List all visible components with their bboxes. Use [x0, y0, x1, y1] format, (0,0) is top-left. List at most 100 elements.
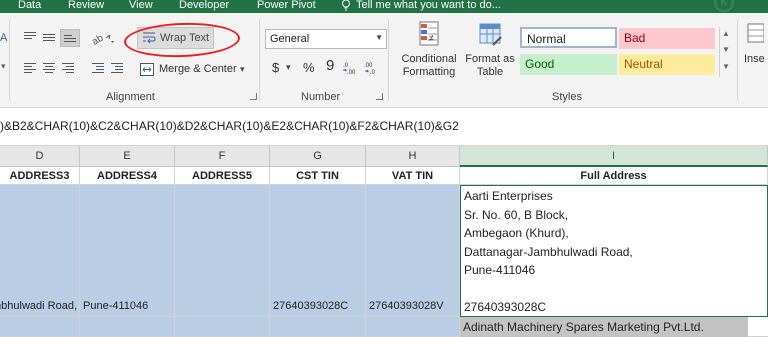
format-as-table-label-1: Format as: [465, 53, 515, 65]
formula-bar[interactable]: )&B2&CHAR(10)&C2&CHAR(10)&D2&CHAR(10)&E2…: [0, 108, 768, 146]
comma-style-button[interactable]: 9: [326, 57, 334, 74]
percent-button[interactable]: %: [303, 60, 315, 75]
cell-address3-row3[interactable]: [0, 317, 80, 337]
increase-decimal-icon[interactable]: .0 .00: [343, 61, 359, 74]
chevron-down-icon: ▾: [240, 64, 245, 74]
group-separator: [737, 19, 738, 101]
header-cell-cst-tin[interactable]: CST TIN: [270, 167, 366, 185]
cell-cst-tin[interactable]: 27640393028C: [270, 185, 366, 317]
chevron-down-icon[interactable]: ▾: [286, 62, 291, 73]
tell-me-search[interactable]: Tell me what you want to do...: [356, 0, 501, 11]
insert-label: Inse: [744, 53, 765, 65]
tab-data[interactable]: Data: [18, 0, 41, 11]
cell-blank[interactable]: [748, 317, 768, 337]
conditional-formatting-icon: ≠: [419, 21, 439, 46]
brand-logo: K: [714, 0, 734, 12]
format-as-table-button[interactable]: Format as Table: [463, 21, 517, 85]
font-color-icon[interactable]: A: [0, 32, 7, 44]
header-cell-vat-tin[interactable]: VAT TIN: [366, 167, 460, 185]
full-address-line: Pune-411046: [464, 263, 536, 277]
insert-cells-icon: [747, 23, 765, 43]
column-header-i[interactable]: I: [460, 146, 768, 167]
number-format-dropdown[interactable]: General ▼: [265, 29, 387, 49]
cell-vat-tin[interactable]: 27640393028V: [366, 185, 460, 317]
tab-review[interactable]: Review: [68, 0, 104, 11]
svg-text:ab: ab: [92, 32, 106, 46]
tab-view[interactable]: View: [129, 0, 153, 11]
column-header-h[interactable]: H: [366, 146, 460, 167]
full-address-line: Ambegaon (Khurd),: [464, 226, 569, 240]
cell-address4[interactable]: Pune-411046: [80, 185, 175, 317]
ribbon: A ▾ ab Wrap Text Merge & Center ▾ Alignm…: [0, 13, 768, 108]
merge-center-button[interactable]: Merge & Center ▾: [140, 62, 250, 80]
svg-text:.00: .00: [364, 63, 373, 69]
middle-align-icon[interactable]: [43, 34, 55, 43]
full-address-line: 27640393028C: [464, 300, 547, 314]
currency-button[interactable]: $: [272, 60, 279, 75]
cell-address5-row3[interactable]: [175, 317, 270, 337]
group-separator: [259, 19, 260, 101]
decrease-decimal-icon[interactable]: .00 .0: [364, 61, 380, 74]
bottom-align-button[interactable]: [60, 29, 80, 47]
group-separator: [388, 19, 389, 101]
format-as-table-label-2: Table: [476, 66, 504, 78]
alignment-group-label: Alignment: [106, 91, 155, 103]
orientation-icon[interactable]: ab: [92, 32, 114, 46]
align-center-icon[interactable]: [43, 63, 55, 75]
align-left-icon[interactable]: [24, 63, 36, 75]
cell-address5[interactable]: [175, 185, 270, 317]
bottom-align-icon: [64, 35, 76, 44]
conditional-formatting-button[interactable]: ≠ Conditional Formatting: [396, 21, 462, 85]
conditional-formatting-label-1: Conditional: [401, 53, 457, 65]
column-header-g[interactable]: G: [270, 146, 366, 167]
tab-developer[interactable]: Developer: [179, 0, 229, 11]
header-cell-address4[interactable]: ADDRESS4: [80, 167, 175, 185]
style-normal[interactable]: Normal: [520, 27, 617, 48]
cell-cst-tin-value: 27640393028C: [273, 300, 349, 312]
top-align-icon[interactable]: [24, 32, 36, 41]
full-address-line: Sr. No. 60, B Block,: [464, 207, 569, 222]
number-format-value: General: [270, 33, 310, 45]
styles-gallery-scroll[interactable]: ▲ ▼ ▼: [719, 27, 730, 77]
dropdown-arrow-icon[interactable]: ▾: [1, 61, 6, 72]
svg-text:.00: .00: [347, 70, 356, 74]
cell-vat-tin-value: 27640393028V: [369, 300, 444, 312]
chevron-up-icon: ▲: [722, 29, 730, 38]
tab-power-pivot[interactable]: Power Pivot: [257, 0, 316, 11]
header-cell-address5[interactable]: ADDRESS5: [175, 167, 270, 185]
cell-address4-row3[interactable]: [80, 317, 175, 337]
more-styles-icon: ▼: [722, 62, 730, 71]
column-header-e[interactable]: E: [80, 146, 175, 167]
cell-full-address-row3[interactable]: Adinath Machinery Spares Marketing Pvt.L…: [460, 317, 748, 337]
style-good[interactable]: Good: [520, 54, 617, 75]
decrease-indent-icon[interactable]: [92, 63, 104, 75]
svg-text:.0: .0: [370, 70, 376, 74]
chevron-down-icon: ▼: [375, 33, 383, 42]
number-dialog-launcher[interactable]: [376, 93, 383, 100]
full-address-line: Aarti Enterprises: [464, 189, 553, 203]
header-cell-full-address[interactable]: Full Address: [460, 167, 768, 185]
group-separator: [9, 19, 10, 101]
merge-center-icon: [140, 63, 154, 76]
lightbulb-icon: [342, 0, 350, 11]
style-bad[interactable]: Bad: [619, 28, 715, 49]
cell-cst-tin-row3[interactable]: [270, 317, 366, 337]
full-address-line: Dattanagar-Jambhulwadi Road,: [464, 244, 633, 259]
cell-vat-tin-row3[interactable]: [366, 317, 460, 337]
styles-group-label: Styles: [552, 91, 582, 103]
format-as-table-icon: [479, 23, 502, 46]
insert-cells-button[interactable]: Inse: [744, 21, 768, 85]
cell-full-address-selected[interactable]: Aarti Enterprises Sr. No. 60, B Block, A…: [460, 185, 768, 317]
merge-center-label: Merge & Center: [159, 63, 237, 75]
alignment-dialog-launcher[interactable]: [250, 93, 257, 100]
column-header-d[interactable]: D: [0, 146, 80, 167]
align-right-icon[interactable]: [62, 63, 74, 75]
cell-address3[interactable]: Dattanagar-Jambhulwadi Road,: [0, 185, 80, 317]
formula-text[interactable]: )&B2&CHAR(10)&C2&CHAR(10)&D2&CHAR(10)&E2…: [0, 119, 459, 133]
column-header-f[interactable]: F: [175, 146, 270, 167]
header-cell-address3[interactable]: ADDRESS3: [0, 167, 80, 185]
svg-text:.0: .0: [343, 63, 349, 69]
increase-indent-icon[interactable]: [111, 63, 123, 75]
style-neutral[interactable]: Neutral: [619, 54, 715, 75]
cell-address4-value: Pune-411046: [83, 300, 149, 312]
